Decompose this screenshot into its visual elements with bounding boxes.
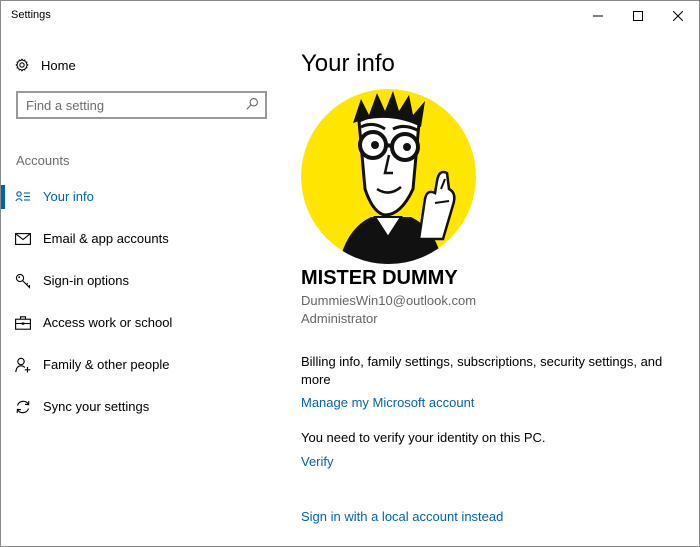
sidebar-item-label: Email & app accounts (43, 231, 169, 246)
dummies-mascot-picture (301, 89, 476, 264)
user-display-name: MISTER DUMMY (301, 267, 458, 289)
verify-link[interactable]: Verify (301, 454, 334, 469)
sidebar-item-sync[interactable]: Sync your settings (1, 387, 281, 427)
sidebar-item-label: Family & other people (43, 357, 170, 372)
briefcase-icon (15, 315, 31, 331)
search-icon[interactable] (245, 97, 259, 111)
manage-account-link[interactable]: Manage my Microsoft account (301, 395, 474, 410)
home-label: Home (41, 57, 76, 73)
sidebar-item-email-accounts[interactable]: Email & app accounts (1, 219, 281, 259)
envelope-icon (15, 231, 31, 247)
sidebar-item-label: Access work or school (43, 315, 173, 330)
maximize-icon (633, 11, 643, 21)
close-button[interactable] (655, 1, 700, 31)
selection-indicator (1, 185, 5, 209)
user-email: DummiesWin10@outlook.com (301, 293, 477, 308)
main-content: Your info MISTER DUMMY DummiesWin10@outl… (281, 31, 699, 546)
search-input[interactable] (26, 96, 236, 114)
local-account-link[interactable]: Sign in with a local account instead (301, 509, 503, 524)
sync-icon (15, 399, 31, 415)
close-icon (673, 11, 683, 21)
window-title: Settings (11, 9, 51, 21)
billing-description: Billing info, family settings, subscript… (301, 354, 663, 387)
avatar[interactable] (301, 89, 476, 264)
person-add-icon (15, 357, 31, 373)
verify-identity-text: You need to verify your identity on this… (301, 430, 546, 445)
sidebar-item-your-info[interactable]: Your info (1, 177, 281, 217)
sidebar-item-work-school[interactable]: Access work or school (1, 303, 281, 343)
page-title: Your info (301, 50, 395, 77)
user-role: Administrator (301, 311, 378, 326)
search-box[interactable] (16, 91, 267, 119)
sidebar-item-sign-in-options[interactable]: Sign-in options (1, 261, 281, 301)
sidebar-item-label: Sign-in options (43, 273, 129, 288)
accounts-section-label: Accounts (16, 153, 70, 168)
person-card-icon (15, 189, 31, 205)
key-icon (15, 273, 31, 289)
gear-icon (15, 58, 29, 72)
sidebar-item-label: Sync your settings (43, 399, 150, 414)
sidebar: Home Accounts Your info (1, 31, 281, 546)
home-nav-item[interactable]: Home (15, 55, 76, 75)
settings-window: Settings Home Accounts (0, 0, 700, 547)
sidebar-item-family[interactable]: Family & other people (1, 345, 281, 385)
title-bar[interactable]: Settings (1, 1, 699, 31)
sidebar-item-label: Your info (43, 189, 94, 204)
minimize-icon (593, 15, 603, 17)
